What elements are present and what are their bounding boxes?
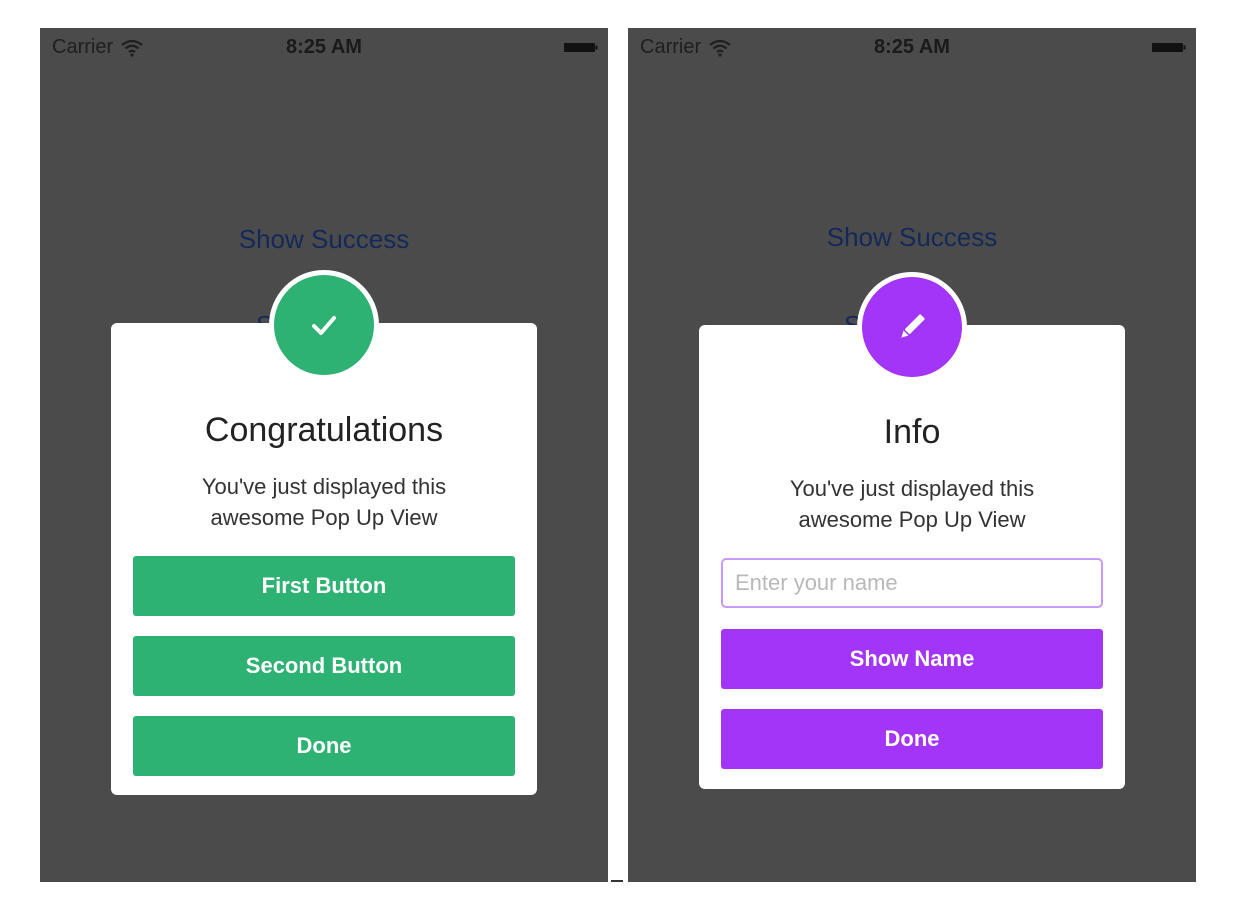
done-button[interactable]: Done [721, 709, 1103, 769]
info-badge [862, 277, 962, 377]
done-button[interactable]: Done [133, 716, 515, 776]
first-button[interactable]: First Button [133, 556, 515, 616]
pencil-icon [901, 314, 925, 338]
status-time: 8:25 AM [874, 36, 950, 58]
checkmark-icon [312, 316, 336, 335]
show-success-link[interactable]: Show Success [40, 224, 608, 255]
badge-ring [269, 270, 379, 380]
battery-icon [1152, 43, 1186, 52]
status-bar: Carrier 8:25 AM [40, 28, 608, 64]
show-name-button[interactable]: Show Name [721, 629, 1103, 689]
status-time: 8:25 AM [286, 36, 362, 58]
popup-message: You've just displayed this awesome Pop U… [201, 474, 447, 530]
success-badge [274, 275, 374, 375]
name-input[interactable] [721, 558, 1103, 608]
battery-icon [564, 43, 598, 52]
divider-mark [611, 880, 623, 882]
badge-ring [857, 272, 967, 382]
popup-message: You've just displayed this awesome Pop U… [789, 476, 1035, 532]
popup-title: Info [883, 413, 941, 451]
success-popup: Congratulations You've just displayed th… [111, 270, 537, 795]
info-popup: Info You've just displayed this awesome … [699, 272, 1125, 789]
show-success-link[interactable]: Show Success [628, 222, 1196, 253]
second-button[interactable]: Second Button [133, 636, 515, 696]
popup-title: Congratulations [204, 411, 444, 449]
status-bar: Carrier 8:25 AM [628, 28, 1196, 64]
phone-screen-info: Carrier 8:25 AM Show Success S [628, 28, 1196, 882]
phone-screen-success: Carrier 8:25 AM Show Success S Congratul… [40, 28, 608, 882]
